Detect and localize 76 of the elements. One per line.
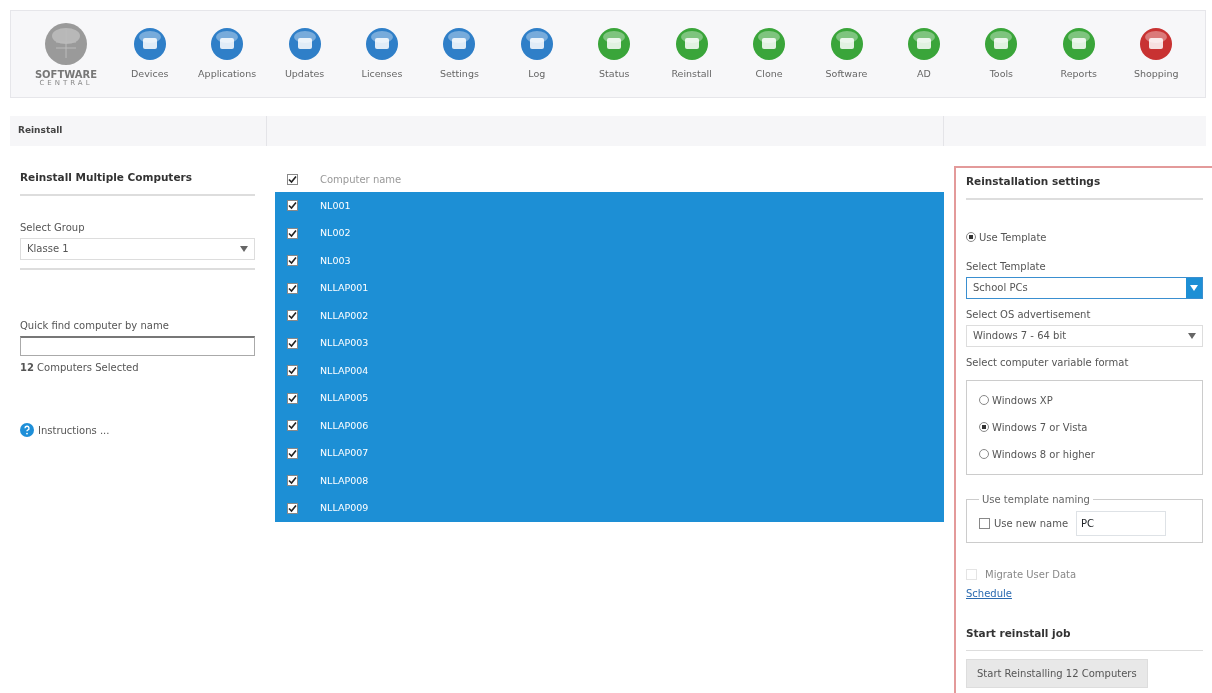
globe-logo-icon <box>44 21 88 66</box>
toolbar-button[interactable]: Tools <box>962 26 1041 82</box>
toolbar-button[interactable]: Status <box>575 26 653 82</box>
instructions-link[interactable]: Instructions ... <box>38 422 110 438</box>
radio-button[interactable] <box>979 395 989 406</box>
radio-label: Windows 7 or Vista <box>992 420 1088 435</box>
table-row[interactable]: NL003 <box>275 247 944 275</box>
table-row[interactable]: NLLAP003 <box>275 329 944 357</box>
toolbar-button[interactable]: Settings <box>420 26 499 82</box>
toolbar-button[interactable]: Applications <box>188 26 266 82</box>
checkbox[interactable] <box>287 173 298 185</box>
checkbox[interactable] <box>287 337 298 349</box>
table-row[interactable]: NLLAP004 <box>275 357 944 385</box>
checkbox[interactable] <box>979 517 990 529</box>
checkbox[interactable] <box>287 227 298 239</box>
radio-label: Windows 8 or higher <box>992 447 1095 462</box>
table-row[interactable]: NLLAP007 <box>275 439 944 467</box>
toolbar-button[interactable]: Updates <box>265 26 344 82</box>
radio-button[interactable] <box>979 449 989 460</box>
dropdown-button[interactable] <box>1186 277 1202 298</box>
toolbar-button[interactable]: Log <box>498 26 576 82</box>
search-field[interactable] <box>20 335 255 356</box>
start-button[interactable]: Start Reinstalling 12 Computers <box>966 659 1148 688</box>
schedule-link[interactable]: Schedule <box>966 585 1012 601</box>
field-label: Select OS advertisement <box>966 307 1092 322</box>
table-row[interactable]: NLLAP008 <box>275 467 944 495</box>
help-icon[interactable] <box>20 423 34 438</box>
toolbar-button[interactable]: Licenses <box>343 26 421 82</box>
table-row[interactable]: NL001 <box>275 192 944 220</box>
radio-label: Use Template <box>979 230 1047 245</box>
field-label: Select Template <box>966 259 1047 274</box>
column-header: Computer name <box>320 172 402 187</box>
checkbox[interactable] <box>287 420 298 432</box>
field-label: Quick find computer by name <box>20 318 170 333</box>
toolbar-button[interactable]: AD <box>885 26 963 82</box>
radio-button[interactable] <box>966 232 976 243</box>
checkbox[interactable] <box>287 255 298 267</box>
section-title: Start reinstall job <box>966 626 1203 651</box>
checkbox[interactable] <box>287 365 298 377</box>
caret-icon <box>1190 284 1198 291</box>
os-select[interactable]: Windows 7 - 64 bit <box>966 324 1203 347</box>
radio-label: Windows XP <box>992 393 1053 408</box>
checkbox-label: Use new name <box>994 516 1069 531</box>
radio-button[interactable] <box>979 422 989 433</box>
checkbox[interactable] <box>287 310 298 322</box>
field-label: Select computer variable format <box>966 355 1130 370</box>
panel-title: Reinstall Multiple Computers <box>20 170 255 196</box>
toolbar-button[interactable]: Clone <box>730 26 808 82</box>
checkbox[interactable] <box>287 447 298 459</box>
name-field[interactable]: PC <box>1076 510 1167 536</box>
checkbox[interactable] <box>287 502 298 514</box>
table-row[interactable]: NLLAP001 <box>275 274 944 302</box>
table-row[interactable]: NLLAP009 <box>275 494 944 522</box>
toolbar-button[interactable]: Software <box>807 26 886 82</box>
breadcrumb: Reinstall <box>18 124 63 138</box>
checkbox-label: Migrate User Data <box>985 567 1077 582</box>
table-row[interactable]: NLLAP006 <box>275 412 944 440</box>
logo-text: SOFTWARE <box>34 69 98 80</box>
checkbox[interactable] <box>287 282 298 294</box>
caret-icon <box>240 245 248 252</box>
group-select[interactable]: Klasse 1 <box>20 237 255 260</box>
toolbar-button[interactable]: Devices <box>111 26 189 82</box>
table-row[interactable]: NLLAP002 <box>275 302 944 330</box>
selected-count: 12 Computers Selected <box>20 360 140 375</box>
toolbar-button[interactable]: Reinstall <box>652 26 731 82</box>
caret-icon <box>1188 332 1196 339</box>
template-combobox[interactable]: School PCs <box>966 276 1203 299</box>
table-row[interactable]: NLLAP005 <box>275 384 944 412</box>
toolbar-button[interactable]: Shopping <box>1117 26 1195 82</box>
checkbox[interactable] <box>287 475 298 487</box>
checkbox[interactable] <box>287 200 298 212</box>
toolbar-button[interactable]: Reports <box>1040 26 1118 82</box>
checkbox[interactable] <box>287 392 298 404</box>
table-row[interactable]: NL002 <box>275 219 944 247</box>
field-label: Select Group <box>20 220 86 235</box>
panel-title: Reinstallation settings <box>966 174 1203 200</box>
